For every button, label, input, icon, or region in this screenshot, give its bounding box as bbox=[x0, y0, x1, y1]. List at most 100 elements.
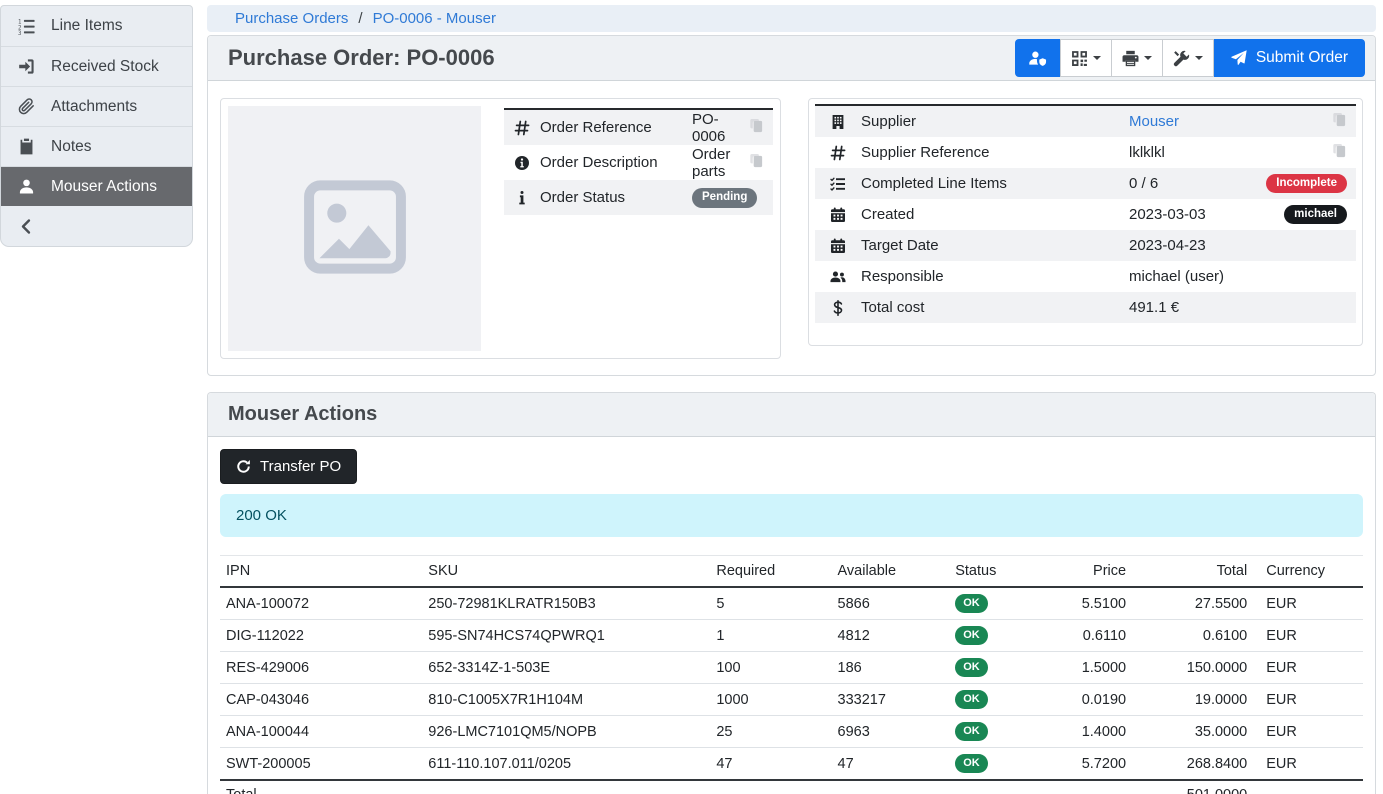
table-header-row: IPNSKURequiredAvailableStatusPriceTotalC… bbox=[220, 556, 1363, 588]
cell-available: 186 bbox=[832, 652, 950, 684]
svg-text:3: 3 bbox=[18, 31, 22, 35]
order-image-placeholder[interactable] bbox=[228, 106, 481, 351]
qrcode-icon bbox=[1071, 50, 1088, 67]
footer-empty-cell bbox=[1052, 780, 1132, 794]
status-ok-badge: OK bbox=[955, 690, 988, 709]
cell-currency: EUR bbox=[1253, 684, 1363, 716]
hash-icon-holder bbox=[815, 145, 861, 161]
status-ok-badge: OK bbox=[955, 658, 988, 677]
table-row-cap-043046: CAP-043046810-C1005X7R1H104M1000333217OK… bbox=[220, 684, 1363, 716]
supplier-details-card: SupplierMouserSupplier ReferencelklklklC… bbox=[808, 98, 1363, 346]
panel-title: Mouser Actions bbox=[228, 403, 377, 426]
cell-currency: EUR bbox=[1253, 748, 1363, 781]
status-alert: 200 OK bbox=[220, 494, 1363, 537]
submit-order-button[interactable]: Submit Order bbox=[1214, 39, 1365, 77]
breadcrumb-link-current-order[interactable]: PO-0006 - Mouser bbox=[373, 10, 496, 27]
user-shield-icon bbox=[1028, 50, 1047, 67]
mouser-actions-body: Transfer PO 200 OK IPNSKURequiredAvailab… bbox=[208, 437, 1375, 794]
table-row-ana-100044: ANA-100044926-LMC7101QM5/NOPB256963OK1.4… bbox=[220, 716, 1363, 748]
footer-empty-cell bbox=[710, 780, 831, 794]
cell-available: 333217 bbox=[832, 684, 950, 716]
footer-empty-cell bbox=[832, 780, 950, 794]
caret-down-icon bbox=[1144, 56, 1152, 60]
transfer-po-label: Transfer PO bbox=[260, 458, 341, 475]
copy-button[interactable] bbox=[749, 153, 764, 172]
status-ok-badge: OK bbox=[955, 754, 988, 773]
detail-label: Supplier Reference bbox=[861, 144, 1129, 161]
cell-status: OK bbox=[949, 748, 1052, 781]
sidebar-item-attachments[interactable]: Attachments bbox=[1, 86, 192, 126]
column-header-ipn: IPN bbox=[220, 556, 422, 588]
cell-total: 35.0000 bbox=[1132, 716, 1253, 748]
info-icon-holder bbox=[504, 190, 540, 206]
sidebar-item-notes[interactable]: Notes bbox=[1, 126, 192, 166]
detail-row-created: Created2023-03-03michael bbox=[815, 199, 1356, 230]
cell-currency: EUR bbox=[1253, 620, 1363, 652]
copy-icon bbox=[1332, 112, 1347, 127]
detail-row-target-date: Target Date2023-04-23 bbox=[815, 230, 1356, 261]
line-items-table: IPNSKURequiredAvailableStatusPriceTotalC… bbox=[220, 555, 1363, 794]
main-content: Purchase Orders / PO-0006 - Mouser Purch… bbox=[207, 0, 1376, 794]
cell-available: 5866 bbox=[832, 587, 950, 620]
cell-status: OK bbox=[949, 587, 1052, 620]
sidebar-item-line-items[interactable]: 123Line Items bbox=[1, 6, 192, 46]
sidebar-collapse-button[interactable] bbox=[1, 206, 192, 246]
detail-row-order-description: Order DescriptionOrder parts bbox=[504, 145, 773, 180]
barcode-dropdown-button[interactable] bbox=[1060, 39, 1112, 77]
user-icon bbox=[18, 178, 35, 195]
copy-button[interactable] bbox=[1332, 143, 1347, 162]
print-dropdown-button[interactable] bbox=[1111, 39, 1163, 77]
hash-icon-holder bbox=[504, 120, 540, 136]
copy-button[interactable] bbox=[1332, 112, 1347, 131]
breadcrumb-separator: / bbox=[358, 10, 362, 27]
sidebar-item-label: Line Items bbox=[51, 17, 123, 35]
breadcrumb-link-purchase-orders[interactable]: Purchase Orders bbox=[235, 10, 348, 27]
sidebar-item-label: Notes bbox=[51, 138, 92, 156]
detail-row-extra bbox=[1332, 143, 1356, 162]
cell-required: 5 bbox=[710, 587, 831, 620]
table-row-swt-200005: SWT-200005611-110.107.011/02054747OK5.72… bbox=[220, 748, 1363, 781]
status-ok-badge: OK bbox=[955, 594, 988, 613]
copy-button[interactable] bbox=[749, 118, 764, 137]
status-ok-badge: OK bbox=[955, 626, 988, 645]
incomplete-badge: Incomplete bbox=[1266, 174, 1347, 194]
chevron-left-icon bbox=[18, 218, 35, 235]
purchase-order-card: Purchase Order: PO-0006 bbox=[207, 35, 1376, 376]
sidebar-item-mouser-actions[interactable]: Mouser Actions bbox=[1, 166, 192, 206]
clipboard-icon-holder bbox=[1, 138, 51, 155]
calendar-icon-holder bbox=[815, 238, 861, 254]
users-icon-holder bbox=[815, 269, 861, 285]
admin-button[interactable] bbox=[1015, 39, 1060, 77]
calendar-icon bbox=[830, 238, 846, 254]
cell-ipn: RES-429006 bbox=[220, 652, 422, 684]
tools-icon bbox=[1173, 50, 1190, 67]
order-details-table: Order ReferencePO-0006Order DescriptionO… bbox=[504, 108, 773, 351]
table-row-dig-112022: DIG-112022595-SN74HCS74QPWRQ114812OK0.61… bbox=[220, 620, 1363, 652]
cell-currency: EUR bbox=[1253, 587, 1363, 620]
sidebar-item-received-stock[interactable]: Received Stock bbox=[1, 46, 192, 86]
calendar-icon-holder bbox=[815, 207, 861, 223]
cell-total: 27.5500 bbox=[1132, 587, 1253, 620]
list-check-icon-holder bbox=[815, 176, 861, 192]
detail-label: Order Reference bbox=[540, 119, 692, 136]
detail-label: Created bbox=[861, 206, 1129, 223]
clipboard-icon bbox=[18, 138, 35, 155]
detail-value-supplier: Mouser bbox=[1129, 113, 1332, 130]
cell-currency: EUR bbox=[1253, 652, 1363, 684]
dollar-icon-holder bbox=[815, 300, 861, 316]
transfer-po-button[interactable]: Transfer PO bbox=[220, 449, 357, 484]
actions-dropdown-button[interactable] bbox=[1162, 39, 1214, 77]
copy-icon bbox=[1332, 143, 1347, 158]
cell-status: OK bbox=[949, 684, 1052, 716]
cell-price: 1.5000 bbox=[1052, 652, 1132, 684]
detail-row-extra: Incomplete bbox=[1266, 174, 1356, 194]
detail-label: Completed Line Items bbox=[861, 175, 1129, 192]
paper-plane-icon bbox=[1231, 50, 1247, 66]
cell-required: 25 bbox=[710, 716, 831, 748]
sidebar: 123Line ItemsReceived StockAttachmentsNo… bbox=[0, 5, 193, 247]
user-icon-holder bbox=[1, 178, 51, 195]
detail-row-supplier-reference: Supplier Referencelklklkl bbox=[815, 137, 1356, 168]
mouser-link[interactable]: Mouser bbox=[1129, 113, 1179, 130]
cell-ipn: ANA-100044 bbox=[220, 716, 422, 748]
hash-icon bbox=[830, 145, 846, 161]
